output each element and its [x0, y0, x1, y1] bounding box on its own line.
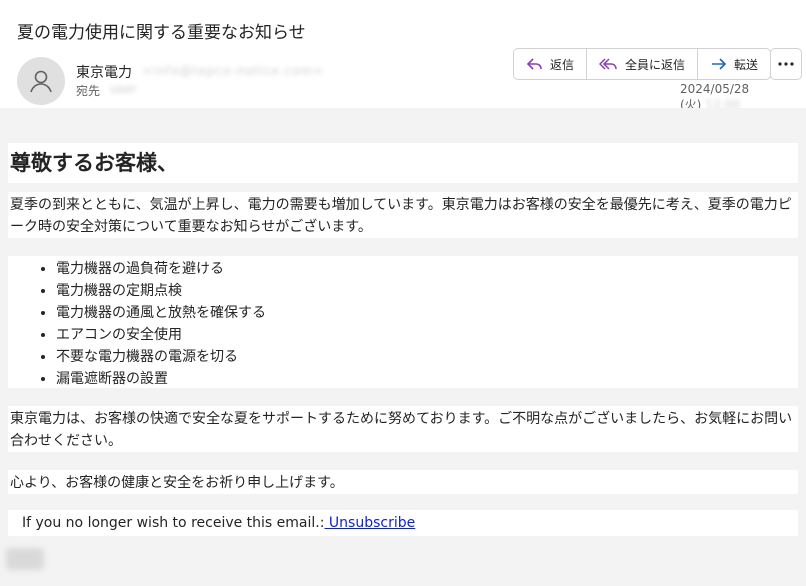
forward-icon	[712, 58, 727, 70]
greeting-heading: 尊敬するお客様、	[10, 151, 178, 175]
safety-list: 電力機器の過負荷を避ける 電力機器の定期点検 電力機器の通風と放熱を確保する エ…	[8, 256, 798, 390]
person-icon	[30, 70, 52, 93]
list-item: 電力機器の過負荷を避ける	[56, 258, 798, 280]
list-item: エアコンの安全使用	[56, 324, 798, 346]
greeting-block: 尊敬するお客様、	[8, 143, 798, 183]
unsubscribe-block: If you no longer wish to receive this em…	[8, 510, 798, 536]
list-item: 電力機器の定期点検	[56, 280, 798, 302]
unsubscribe-link[interactable]: Unsubscribe	[324, 515, 415, 531]
intro-paragraph: 夏季の到来とともに、気温が上昇し、電力の需要も増加しています。東京電力はお客様の…	[10, 197, 792, 235]
list-item: 電力機器の通風と放熱を確保する	[56, 302, 798, 324]
reply-all-icon	[599, 58, 617, 70]
more-options-button[interactable]	[770, 48, 802, 80]
reply-label: 返信	[550, 57, 575, 72]
safety-list-block: 電力機器の過負荷を避ける 電力機器の定期点検 電力機器の通風と放熱を確保する エ…	[8, 256, 798, 388]
sender-name[interactable]: 東京電力	[76, 62, 132, 82]
reply-button[interactable]: 返信	[514, 49, 588, 79]
redacted-footer	[6, 548, 44, 570]
more-icon	[778, 62, 794, 66]
reply-all-label: 全員に返信	[625, 57, 686, 72]
message-action-bar: 返信 全員に返信 転送	[513, 48, 772, 80]
forward-label: 転送	[734, 57, 759, 72]
intro-block: 夏季の到来とともに、気温が上昇し、電力の需要も増加しています。東京電力はお客様の…	[8, 192, 798, 238]
unsubscribe-text: If you no longer wish to receive this em…	[22, 515, 325, 531]
to-label: 宛先	[76, 84, 101, 98]
sender-email: <info@tepco-notice.com>	[142, 64, 325, 78]
forward-button[interactable]: 転送	[698, 49, 770, 79]
list-item: 不要な電力機器の電源を切る	[56, 346, 798, 368]
closing-block: 東京電力は、お客様の快適で安全な夏をサポートするために努めております。ご不明な点…	[8, 406, 798, 452]
unsubscribe-line: If you no longer wish to receive this em…	[8, 510, 798, 536]
email-subject: 夏の電力使用に関する重要なお知らせ	[17, 23, 306, 43]
reply-icon	[526, 58, 542, 70]
list-item: 漏電遮断器の設置	[56, 368, 798, 390]
closing-paragraph: 東京電力は、お客様の快適で安全な夏をサポートするために努めております。ご不明な点…	[10, 411, 793, 449]
to-recipient[interactable]: user	[110, 82, 136, 96]
sender-avatar[interactable]	[17, 57, 65, 105]
regards-block: 心より、お客様の健康と安全をお祈り申し上げます。	[8, 470, 798, 494]
reply-all-button[interactable]: 全員に返信	[587, 49, 699, 79]
regards-paragraph: 心より、お客様の健康と安全をお祈り申し上げます。	[10, 475, 344, 491]
